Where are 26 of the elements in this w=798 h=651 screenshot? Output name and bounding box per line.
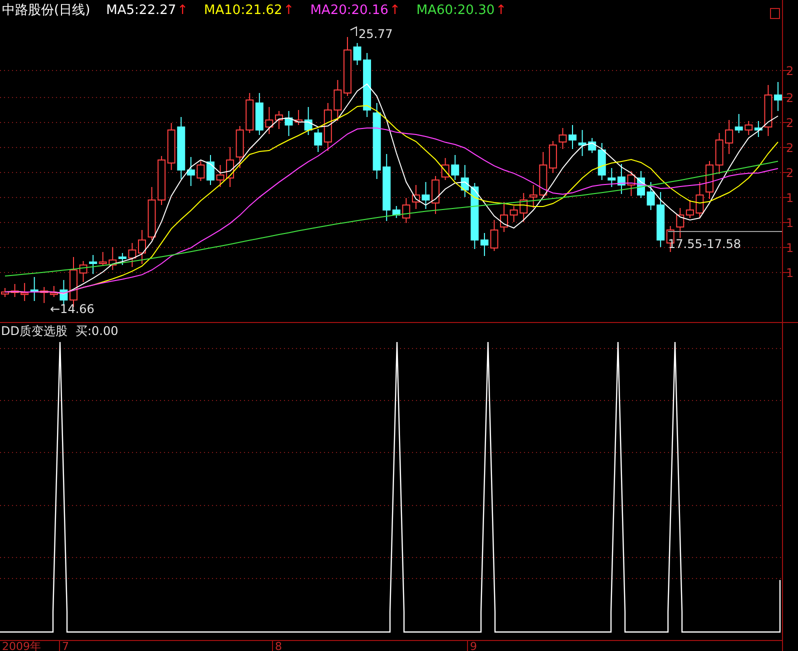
axis-label: 1: [786, 191, 794, 205]
indicator-reading: 买:0.00: [75, 324, 118, 339]
axis-label: 9: [470, 640, 477, 651]
axis-label: 2: [786, 64, 794, 78]
axis-label: 2: [786, 116, 794, 130]
axis-label: 1: [786, 241, 794, 255]
axis-label: 2009年: [2, 640, 41, 651]
moving-average-value: MA10:21.62: [204, 3, 282, 19]
axis-label: 7: [62, 640, 69, 651]
axis-label: 1: [786, 266, 794, 280]
axis-label: 1: [786, 216, 794, 230]
up-arrow: ↑: [496, 3, 507, 19]
axis-label: 2: [786, 91, 794, 105]
moving-average-value: MA20:20.16: [310, 3, 388, 19]
up-arrow: ↑: [389, 3, 400, 19]
indicator-title: DD质变选股: [1, 324, 68, 339]
moving-average-value: MA5:22.27: [106, 3, 176, 19]
price-annotation: 25.77: [358, 27, 393, 41]
axis-label: 2: [786, 141, 794, 155]
price-annotation: ←14.66: [50, 302, 94, 316]
up-arrow: ↑: [177, 3, 188, 19]
axis-label: 2: [786, 166, 794, 180]
axis-label: 8: [275, 640, 282, 651]
stock-title: 中路股份(日线): [2, 3, 90, 19]
up-arrow: ↑: [283, 3, 294, 19]
moving-average-value: MA60:20.30: [416, 3, 495, 19]
